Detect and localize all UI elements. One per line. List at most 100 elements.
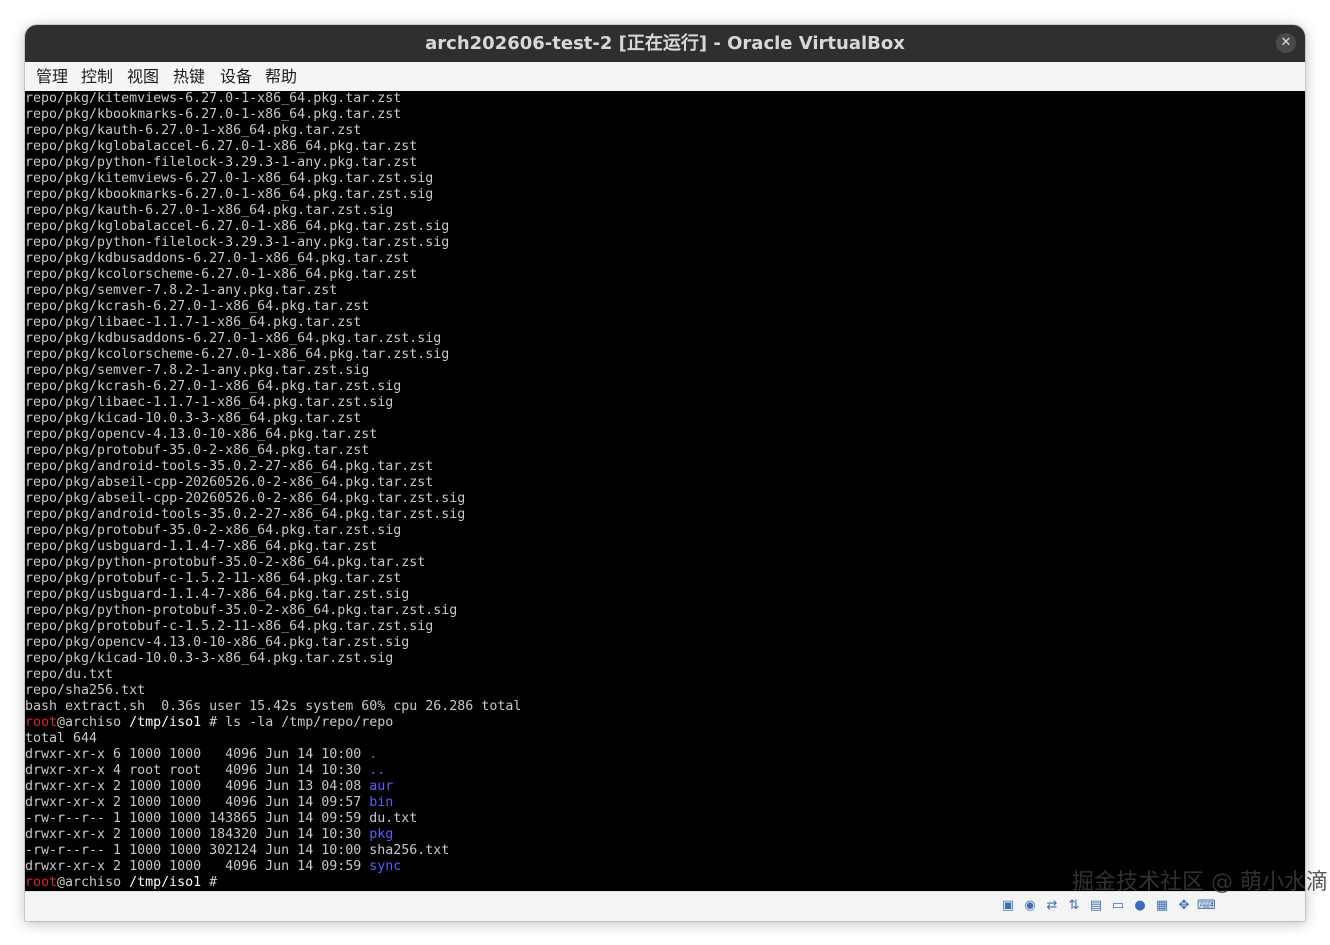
terminal-line: -rw-r--r-- 1 1000 1000 143865 Jun 14 09:… bbox=[25, 811, 521, 827]
prompt-host: @archiso bbox=[57, 715, 130, 730]
menu-item-hotkeys[interactable]: 热键 bbox=[173, 62, 205, 91]
terminal-line-text: repo/pkg/kbookmarks-6.27.0-1-x86_64.pkg.… bbox=[25, 107, 402, 122]
terminal-line-text: repo/pkg/protobuf-35.0-2-x86_64.pkg.tar.… bbox=[25, 523, 402, 538]
cpu-icon[interactable]: ▦ bbox=[1153, 897, 1171, 915]
terminal-line-text: repo/pkg/protobuf-c-1.5.2-11-x86_64.pkg.… bbox=[25, 571, 402, 586]
terminal-line: repo/pkg/protobuf-35.0-2-x86_64.pkg.tar.… bbox=[25, 523, 521, 539]
terminal-line-text: repo/pkg/kicad-10.0.3-3-x86_64.pkg.tar.z… bbox=[25, 411, 362, 426]
terminal-line-text: -rw-r--r-- 1 1000 1000 302124 Jun 14 10:… bbox=[25, 843, 370, 858]
terminal-line-text: repo/pkg/semver-7.8.2-1-any.pkg.tar.zst bbox=[25, 283, 338, 298]
mouse-icon[interactable]: ✥ bbox=[1175, 897, 1193, 915]
terminal-line-text: repo/pkg/opencv-4.13.0-10-x86_64.pkg.tar… bbox=[25, 427, 378, 442]
terminal-line-text: repo/pkg/kauth-6.27.0-1-x86_64.pkg.tar.z… bbox=[25, 203, 394, 218]
terminal-line-text: repo/pkg/libaec-1.1.7-1-x86_64.pkg.tar.z… bbox=[25, 315, 362, 330]
terminal-line-text: repo/pkg/python-protobuf-35.0-2-x86_64.p… bbox=[25, 555, 426, 570]
directory-name: sync bbox=[369, 859, 402, 874]
watermark: 掘金技术社区 @ 萌小水滴 bbox=[1072, 870, 1328, 895]
record-icon[interactable]: ● bbox=[1131, 897, 1149, 915]
menu-item-manage[interactable]: 管理 bbox=[36, 62, 68, 91]
title-bar[interactable]: arch202606-test-2 [正在运行] - Oracle Virtua… bbox=[25, 25, 1305, 62]
terminal-line: drwxr-xr-x 2 1000 1000 4096 Jun 14 09:57… bbox=[25, 795, 521, 811]
terminal-line-text: drwxr-xr-x 2 1000 1000 4096 Jun 13 04:08 bbox=[25, 779, 370, 794]
optical-icon[interactable]: ◉ bbox=[1021, 897, 1039, 915]
terminal-line: total 644 bbox=[25, 731, 521, 747]
terminal-line-text: -rw-r--r-- 1 1000 1000 143865 Jun 14 09:… bbox=[25, 811, 370, 826]
terminal-line-text: repo/pkg/python-filelock-3.29.3-1-any.pk… bbox=[25, 235, 450, 250]
terminal-line: repo/pkg/kcolorscheme-6.27.0-1-x86_64.pk… bbox=[25, 347, 521, 363]
terminal-line-text: repo/pkg/kdbusaddons-6.27.0-1-x86_64.pkg… bbox=[25, 251, 410, 266]
terminal-line-text: repo/pkg/kauth-6.27.0-1-x86_64.pkg.tar.z… bbox=[25, 123, 362, 138]
terminal-line: repo/pkg/python-protobuf-35.0-2-x86_64.p… bbox=[25, 555, 521, 571]
terminal-line: repo/pkg/android-tools-35.0.2-27-x86_64.… bbox=[25, 459, 521, 475]
terminal-line-text: repo/pkg/kitemviews-6.27.0-1-x86_64.pkg.… bbox=[25, 91, 402, 106]
prompt-cwd: /tmp/iso1 bbox=[129, 875, 202, 890]
menu-item-control[interactable]: 控制 bbox=[81, 62, 113, 91]
terminal-line: repo/pkg/android-tools-35.0.2-27-x86_64.… bbox=[25, 507, 521, 523]
terminal-output: repo/pkg/kitemviews-6.27.0-1-x86_64.pkg.… bbox=[25, 91, 521, 891]
shared-folder-icon[interactable]: ▤ bbox=[1087, 897, 1105, 915]
terminal-line: repo/pkg/kdbusaddons-6.27.0-1-x86_64.pkg… bbox=[25, 251, 521, 267]
close-icon[interactable]: ✕ bbox=[1276, 33, 1296, 53]
keyboard-icon[interactable]: ⌨ bbox=[1197, 897, 1216, 915]
vm-console[interactable]: repo/pkg/kitemviews-6.27.0-1-x86_64.pkg.… bbox=[25, 91, 1305, 891]
terminal-line: repo/pkg/semver-7.8.2-1-any.pkg.tar.zst bbox=[25, 283, 521, 299]
terminal-line-text: repo/pkg/kcolorscheme-6.27.0-1-x86_64.pk… bbox=[25, 347, 450, 362]
terminal-line-text: repo/pkg/usbguard-1.1.4-7-x86_64.pkg.tar… bbox=[25, 587, 410, 602]
terminal-line-text: total 644 bbox=[25, 731, 98, 746]
terminal-line-text: repo/pkg/android-tools-35.0.2-27-x86_64.… bbox=[25, 459, 434, 474]
menu-item-view[interactable]: 视图 bbox=[127, 62, 159, 91]
terminal-line: repo/pkg/usbguard-1.1.4-7-x86_64.pkg.tar… bbox=[25, 539, 521, 555]
terminal-line: repo/pkg/kauth-6.27.0-1-x86_64.pkg.tar.z… bbox=[25, 123, 521, 139]
terminal-line: repo/pkg/libaec-1.1.7-1-x86_64.pkg.tar.z… bbox=[25, 315, 521, 331]
directory-name: .. bbox=[369, 763, 386, 778]
prompt-command: # ls -la /tmp/repo/repo bbox=[201, 715, 394, 730]
terminal-line-text: bash extract.sh 0.36s user 15.42s system… bbox=[25, 699, 522, 714]
terminal-line: -rw-r--r-- 1 1000 1000 302124 Jun 14 10:… bbox=[25, 843, 521, 859]
menu-bar: 管理 控制 视图 热键 设备 帮助 bbox=[25, 62, 1305, 92]
network-icon[interactable]: ⇅ bbox=[1065, 897, 1083, 915]
prompt-command: # bbox=[201, 875, 218, 890]
terminal-line: drwxr-xr-x 4 root root 4096 Jun 14 10:30… bbox=[25, 763, 521, 779]
terminal-line: repo/pkg/kicad-10.0.3-3-x86_64.pkg.tar.z… bbox=[25, 411, 521, 427]
terminal-line-text: repo/pkg/protobuf-35.0-2-x86_64.pkg.tar.… bbox=[25, 443, 370, 458]
terminal-line-text: repo/sha256.txt bbox=[25, 683, 146, 698]
terminal-line-text: repo/pkg/opencv-4.13.0-10-x86_64.pkg.tar… bbox=[25, 635, 410, 650]
terminal-line-text: repo/pkg/kdbusaddons-6.27.0-1-x86_64.pkg… bbox=[25, 331, 442, 346]
terminal-line: repo/pkg/kitemviews-6.27.0-1-x86_64.pkg.… bbox=[25, 171, 521, 187]
terminal-line: repo/pkg/python-filelock-3.29.3-1-any.pk… bbox=[25, 235, 521, 251]
terminal-line-text: drwxr-xr-x 4 root root 4096 Jun 14 10:30 bbox=[25, 763, 370, 778]
terminal-line: repo/pkg/kauth-6.27.0-1-x86_64.pkg.tar.z… bbox=[25, 203, 521, 219]
virtualbox-window: arch202606-test-2 [正在运行] - Oracle Virtua… bbox=[25, 25, 1305, 921]
terminal-line: repo/sha256.txt bbox=[25, 683, 521, 699]
window-title: arch202606-test-2 [正在运行] - Oracle Virtua… bbox=[425, 33, 905, 54]
terminal-line-text: repo/pkg/semver-7.8.2-1-any.pkg.tar.zst.… bbox=[25, 363, 370, 378]
terminal-line-text: repo/du.txt bbox=[25, 667, 114, 682]
terminal-line: repo/pkg/kbookmarks-6.27.0-1-x86_64.pkg.… bbox=[25, 187, 521, 203]
terminal-line: repo/pkg/abseil-cpp-20260526.0-2-x86_64.… bbox=[25, 491, 521, 507]
usb-icon[interactable]: ⇄ bbox=[1043, 897, 1061, 915]
terminal-line-text: repo/pkg/kglobalaccel-6.27.0-1-x86_64.pk… bbox=[25, 219, 450, 234]
terminal-line: repo/pkg/protobuf-c-1.5.2-11-x86_64.pkg.… bbox=[25, 619, 521, 635]
terminal-line-text: drwxr-xr-x 6 1000 1000 4096 Jun 14 10:00 bbox=[25, 747, 370, 762]
menu-item-help[interactable]: 帮助 bbox=[265, 62, 297, 91]
terminal-line-text: repo/pkg/kitemviews-6.27.0-1-x86_64.pkg.… bbox=[25, 171, 434, 186]
terminal-line: repo/pkg/kicad-10.0.3-3-x86_64.pkg.tar.z… bbox=[25, 651, 521, 667]
terminal-line: repo/pkg/kdbusaddons-6.27.0-1-x86_64.pkg… bbox=[25, 331, 521, 347]
terminal-line-text: repo/pkg/kcrash-6.27.0-1-x86_64.pkg.tar.… bbox=[25, 299, 370, 314]
directory-name: pkg bbox=[369, 827, 394, 842]
terminal-line-text: repo/pkg/kglobalaccel-6.27.0-1-x86_64.pk… bbox=[25, 139, 418, 154]
prompt-user: root bbox=[25, 875, 58, 890]
display-icon[interactable]: ▭ bbox=[1109, 897, 1127, 915]
disk-icon[interactable]: ▣ bbox=[999, 897, 1017, 915]
terminal-line-text: repo/pkg/usbguard-1.1.4-7-x86_64.pkg.tar… bbox=[25, 539, 378, 554]
directory-name: aur bbox=[369, 779, 394, 794]
file-name: sha256.txt bbox=[369, 843, 450, 858]
terminal-line: drwxr-xr-x 2 1000 1000 4096 Jun 14 09:59… bbox=[25, 859, 521, 875]
terminal-line-text: repo/pkg/libaec-1.1.7-1-x86_64.pkg.tar.z… bbox=[25, 395, 394, 410]
terminal-line-text: repo/pkg/android-tools-35.0.2-27-x86_64.… bbox=[25, 507, 466, 522]
terminal-line: drwxr-xr-x 6 1000 1000 4096 Jun 14 10:00… bbox=[25, 747, 521, 763]
terminal-line-text: repo/pkg/protobuf-c-1.5.2-11-x86_64.pkg.… bbox=[25, 619, 434, 634]
terminal-line: repo/pkg/opencv-4.13.0-10-x86_64.pkg.tar… bbox=[25, 635, 521, 651]
menu-item-devices[interactable]: 设备 bbox=[220, 62, 252, 91]
terminal-line: bash extract.sh 0.36s user 15.42s system… bbox=[25, 699, 521, 715]
